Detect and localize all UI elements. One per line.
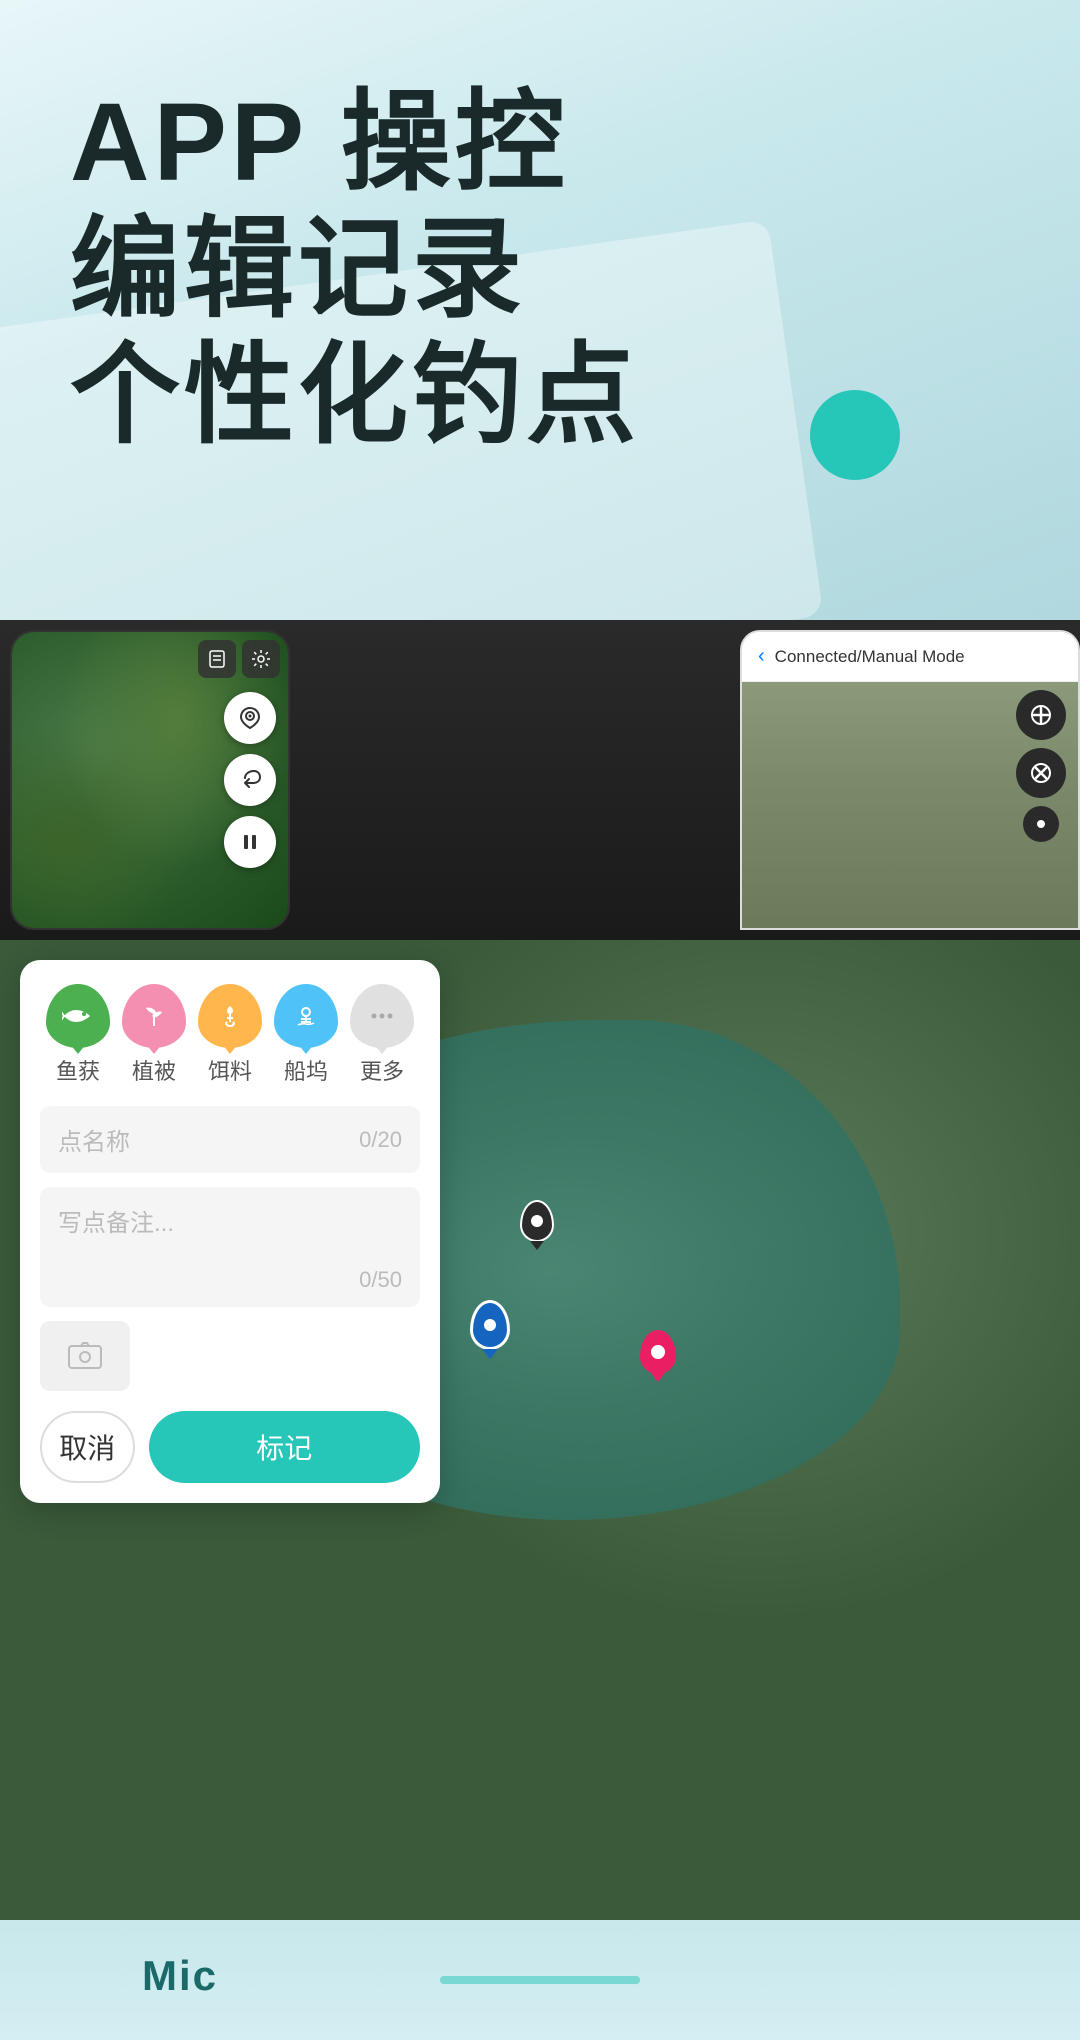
pause-ctrl[interactable]: [224, 816, 276, 868]
footer-indicator: [440, 1976, 640, 1984]
map-pin-pink: [640, 1330, 676, 1382]
slow-down-ctrl[interactable]: [1016, 748, 1066, 798]
image-upload-placeholder[interactable]: [40, 1321, 130, 1391]
controls-right: [1016, 690, 1066, 842]
fish-icon-circle: [46, 984, 110, 1048]
name-placeholder: 点名称: [58, 1122, 359, 1157]
phone-right-mockup: ‹ Connected/Manual Mode: [740, 630, 1080, 930]
form-buttons: 取消 标记: [40, 1411, 420, 1483]
name-input-row[interactable]: 点名称 0/20: [40, 1106, 420, 1173]
hero-line-3: 个性化钓点: [70, 333, 640, 460]
dock-label: 船坞: [284, 1054, 328, 1086]
cancel-button[interactable]: 取消: [40, 1411, 135, 1483]
fish-label: 鱼获: [56, 1054, 100, 1086]
hero-title: APP 操控 编辑记录 个性化钓点: [70, 80, 640, 460]
bait-label: 饵料: [208, 1054, 252, 1086]
speed-up-ctrl[interactable]: [1016, 690, 1066, 740]
screenshots-section: ‹ Connected/Manual Mode: [0, 620, 1080, 940]
icon-plant[interactable]: 植被: [122, 984, 186, 1086]
bottom-section: 鱼获 植被: [0, 940, 1080, 1920]
confirm-button[interactable]: 标记: [149, 1411, 421, 1483]
connected-mode-title: Connected/Manual Mode: [775, 647, 965, 667]
location-ctrl[interactable]: [224, 692, 276, 744]
icon-bait[interactable]: 饵料: [198, 984, 262, 1086]
phone-right-header: ‹ Connected/Manual Mode: [742, 632, 1078, 682]
map-pin-blue: [470, 1300, 510, 1359]
log-button[interactable]: [198, 640, 236, 678]
phone-right-map: [742, 682, 1078, 928]
icon-row: 鱼获 植被: [40, 984, 420, 1086]
toolbar-left: [198, 640, 280, 678]
name-count: 0/20: [359, 1127, 402, 1153]
settings-button[interactable]: [242, 640, 280, 678]
dock-icon-circle: [274, 984, 338, 1048]
map-pin-dark: [520, 1200, 554, 1250]
note-textarea-row[interactable]: 写点备注... 0/50: [40, 1187, 420, 1307]
plant-icon-circle: [122, 984, 186, 1048]
location-pin-hero: [810, 390, 900, 505]
icon-dock[interactable]: 船坞: [274, 984, 338, 1086]
hero-section: APP 操控 编辑记录 个性化钓点: [0, 0, 1080, 620]
phone-left-mockup: [10, 630, 290, 930]
note-placeholder: 写点备注...: [58, 1203, 402, 1238]
back-arrow-icon: ‹: [758, 645, 765, 668]
phone-left-map: [12, 632, 288, 928]
undo-ctrl[interactable]: [224, 754, 276, 806]
hero-line-2: 编辑记录: [70, 207, 640, 334]
more-icon-circle: [350, 984, 414, 1048]
hero-line-1: APP 操控: [70, 80, 640, 207]
controls-left: [224, 692, 276, 868]
icon-more[interactable]: 更多: [350, 984, 414, 1086]
note-count: 0/50: [359, 1267, 402, 1293]
plant-label: 植被: [132, 1054, 176, 1086]
form-card: 鱼获 植被: [20, 960, 440, 1503]
more-label: 更多: [360, 1054, 404, 1086]
mic-label: Mic: [142, 1952, 218, 2000]
footer-section: Mic: [0, 1920, 1080, 2040]
bait-icon-circle: [198, 984, 262, 1048]
icon-fish[interactable]: 鱼获: [46, 984, 110, 1086]
image-row: [40, 1321, 420, 1391]
dot-ctrl[interactable]: [1023, 806, 1059, 842]
